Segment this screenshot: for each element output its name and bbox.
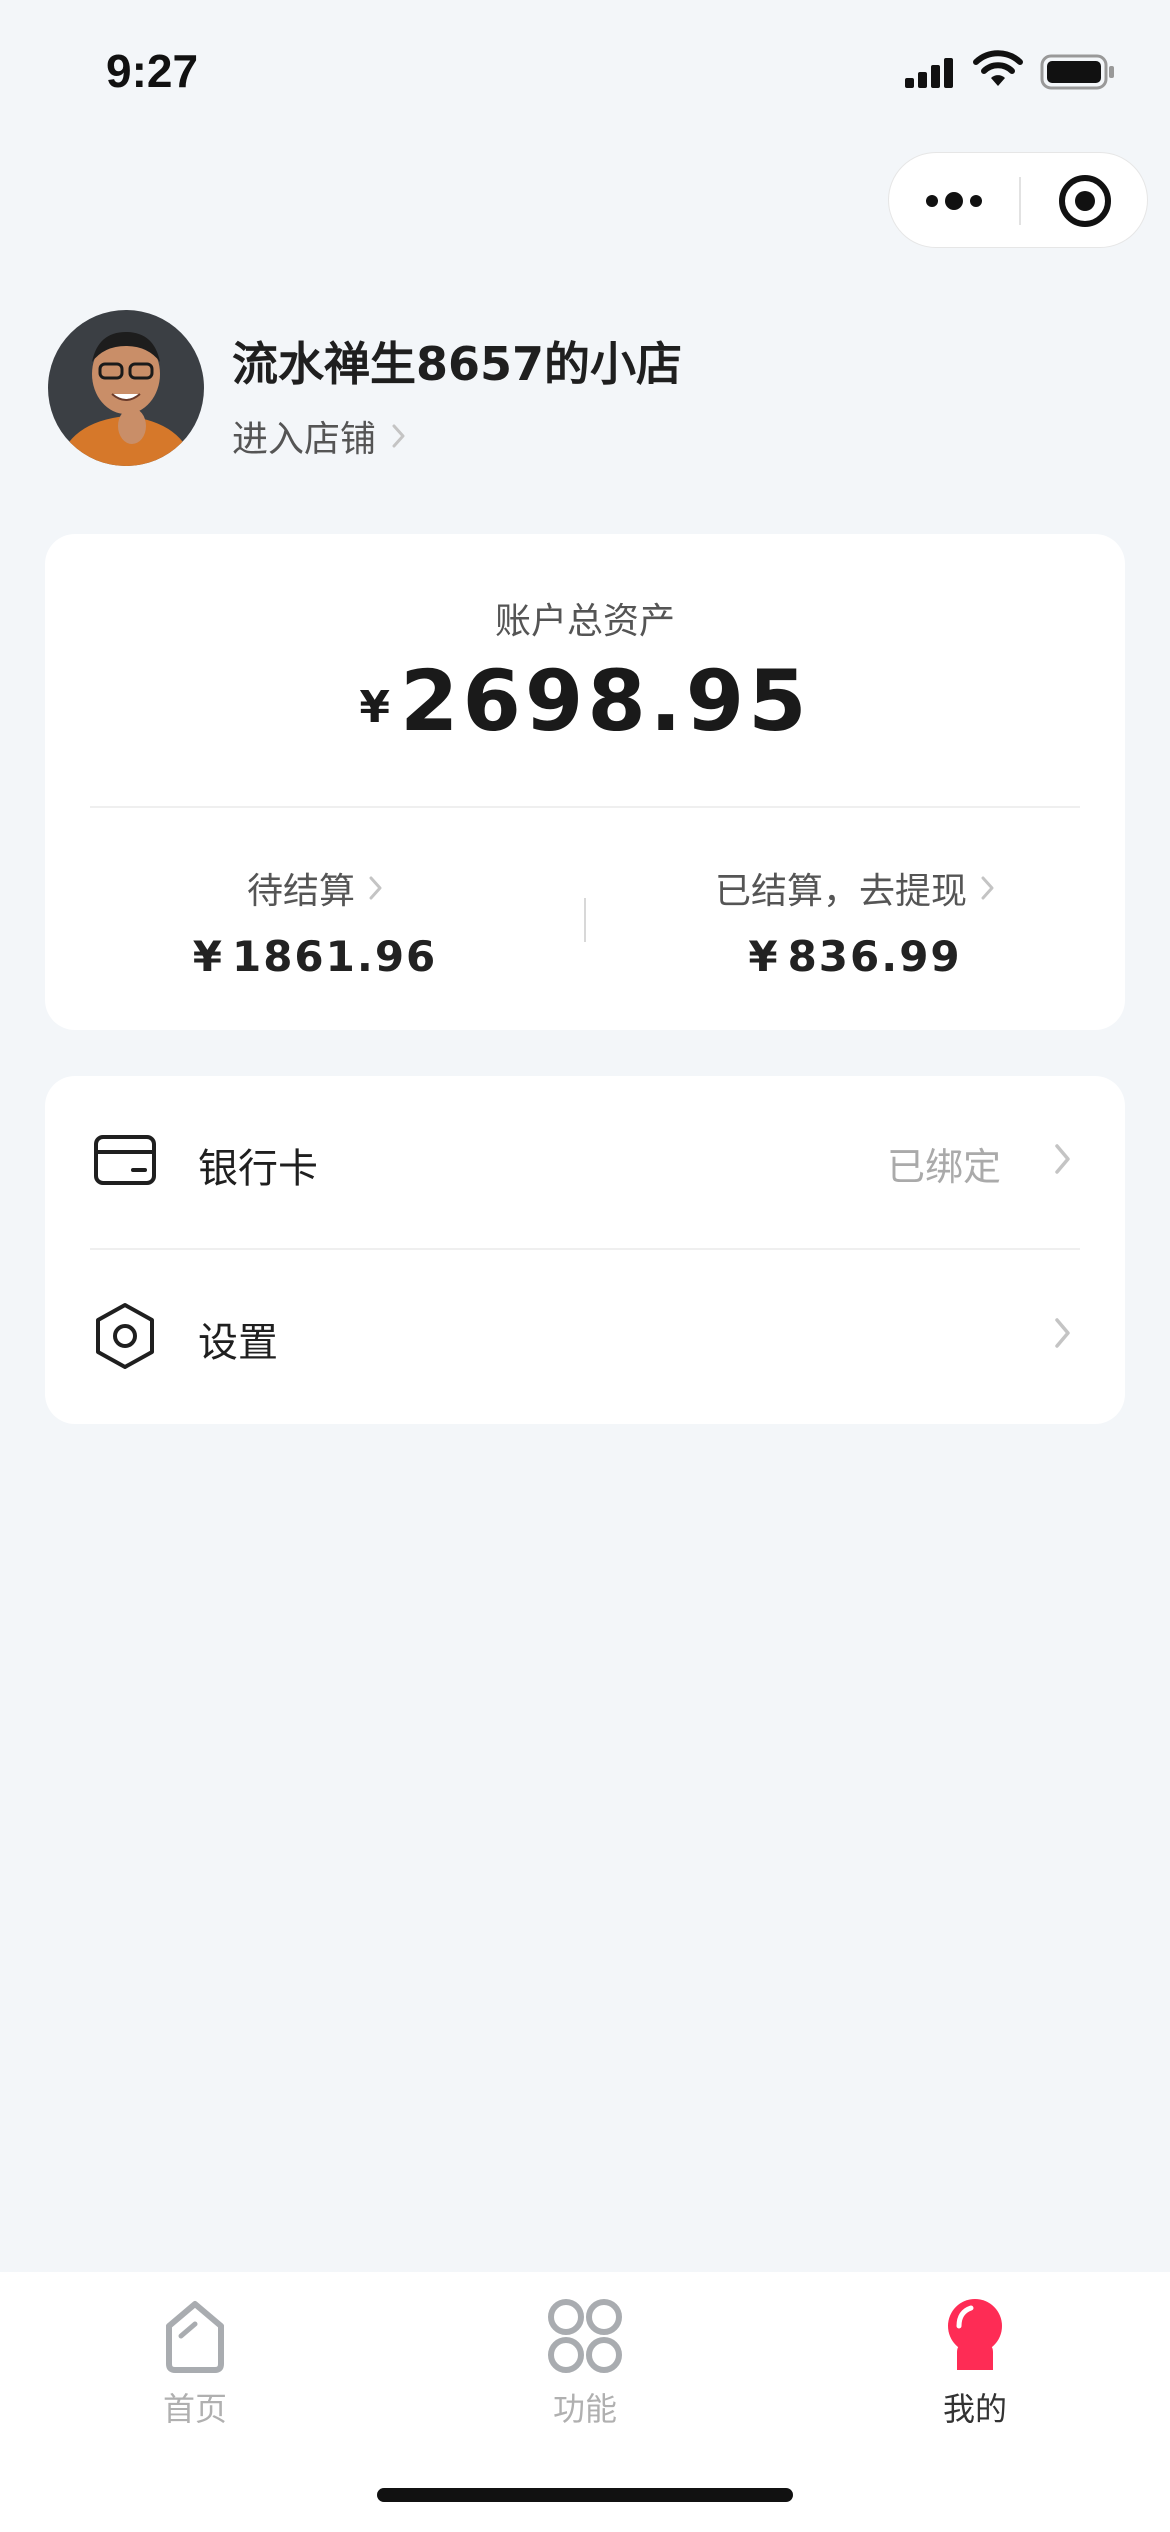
chevron-right-icon xyxy=(1055,1318,1070,1348)
tab-label: 我的 xyxy=(942,2390,1007,2428)
wifi-icon xyxy=(973,50,1023,86)
chevron-right-icon xyxy=(369,876,382,900)
pending-settlement[interactable]: 待结算 ¥1861.96 xyxy=(45,862,585,981)
signal-icon xyxy=(905,58,953,88)
settings-icon xyxy=(96,1303,154,1369)
divider xyxy=(90,806,1080,808)
total-assets-amount: ¥2698.95 xyxy=(45,652,1125,750)
enter-shop-link[interactable]: 进入店铺 xyxy=(232,410,406,462)
currency-symbol: ¥ xyxy=(748,932,780,981)
tab-label: 首页 xyxy=(162,2390,227,2428)
home-indicator[interactable] xyxy=(377,2488,793,2502)
tab-functions[interactable]: 功能 xyxy=(485,2296,685,2430)
more-button[interactable] xyxy=(889,153,1019,249)
asset-card: 账户总资产 ¥2698.95 待结算 ¥1861.96 已结算，去提现 ¥836… xyxy=(45,534,1125,1030)
menu-item-label: 银行卡 xyxy=(198,1146,318,1192)
settled-value: 836.99 xyxy=(787,932,962,981)
menu-card: 银行卡 已绑定 设置 xyxy=(45,1076,1125,1424)
mini-program-capsule xyxy=(888,152,1148,248)
close-target-icon xyxy=(1059,175,1111,227)
settled-label: 已结算，去提现 xyxy=(714,871,967,912)
menu-item-settings[interactable]: 设置 xyxy=(45,1250,1125,1422)
pending-amount: ¥1861.96 xyxy=(45,932,585,981)
grid-icon xyxy=(548,2299,622,2373)
tab-home[interactable]: 首页 xyxy=(95,2296,295,2430)
chevron-right-icon xyxy=(392,424,405,448)
home-icon xyxy=(166,2301,224,2373)
tab-label: 功能 xyxy=(552,2390,617,2428)
tab-mine[interactable]: 我的 xyxy=(875,2296,1075,2430)
more-dots-icon xyxy=(926,192,982,210)
total-assets-value: 2698.95 xyxy=(400,652,811,750)
bank-card-icon xyxy=(94,1135,156,1185)
battery-icon xyxy=(1040,54,1114,90)
settled-withdraw[interactable]: 已结算，去提现 ¥836.99 xyxy=(585,862,1125,981)
enter-shop-label: 进入店铺 xyxy=(232,419,377,460)
menu-item-bank-card[interactable]: 银行卡 已绑定 xyxy=(45,1076,1125,1248)
shop-name: 流水禅生8657的小店 xyxy=(232,337,683,391)
status-bar: 9:27 xyxy=(0,0,1170,140)
close-button[interactable] xyxy=(1021,153,1149,249)
settled-amount: ¥836.99 xyxy=(585,932,1125,981)
profile-icon xyxy=(948,2299,1002,2370)
pending-label: 待结算 xyxy=(246,871,355,912)
menu-item-label: 设置 xyxy=(198,1320,278,1366)
chevron-right-icon xyxy=(981,876,994,900)
currency-symbol: ¥ xyxy=(192,932,224,981)
pending-value: 1861.96 xyxy=(231,932,438,981)
chevron-right-icon xyxy=(1055,1144,1070,1174)
bank-card-status: 已绑定 xyxy=(886,1145,1001,1189)
currency-symbol: ¥ xyxy=(359,682,391,733)
total-assets-label: 账户总资产 xyxy=(494,601,675,642)
avatar[interactable] xyxy=(48,310,204,466)
status-time: 9:27 xyxy=(106,45,199,97)
